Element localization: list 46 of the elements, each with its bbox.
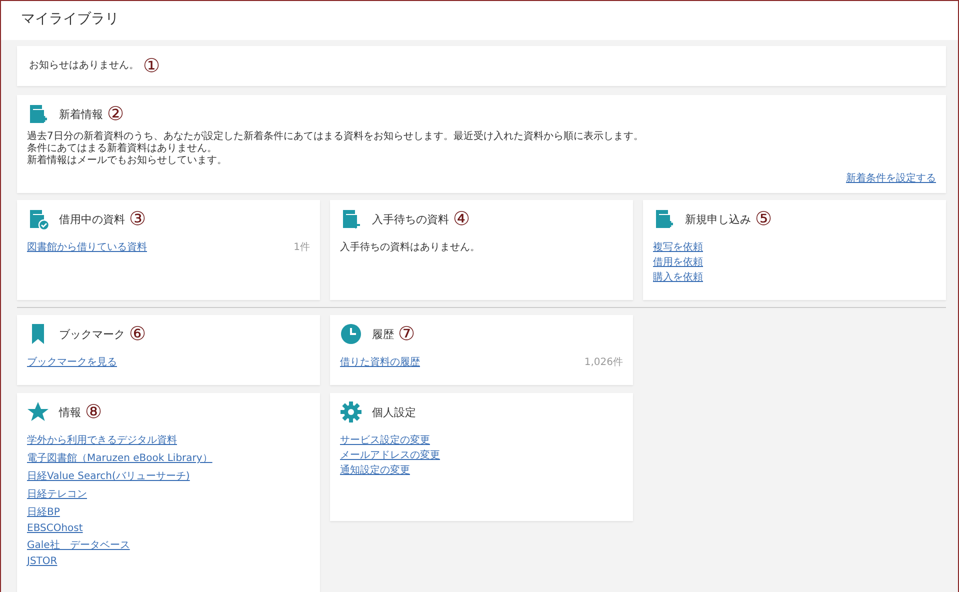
number-marker: ⑧ <box>85 401 102 423</box>
book-check-icon <box>27 208 49 230</box>
card-link[interactable]: 学外から利用できるデジタル資料 <box>27 433 177 447</box>
gear-icon <box>340 401 362 423</box>
card-text: 入手待ちの資料はありません。 <box>340 240 480 254</box>
card-link[interactable]: 借りた資料の履歴 <box>340 355 420 369</box>
card-link[interactable]: サービス設定の変更 <box>340 433 430 447</box>
card-link[interactable]: 日経Value Search(バリューサーチ) <box>27 469 190 483</box>
number-marker: ② <box>107 103 124 125</box>
info-text: 過去7日分の新着資料のうち、あなたが設定した新着条件にあてはまる資料をお知らせします。最近受け入れた資料から順に表示します。 <box>27 131 644 142</box>
card-title: 履歴 <box>372 326 394 342</box>
clock-icon <box>340 323 362 345</box>
card-link[interactable]: EBSCOhost <box>27 523 83 534</box>
card-link[interactable]: JSTOR <box>27 556 58 567</box>
card-title: 新規申し込み <box>685 212 751 226</box>
card-title: 借用中の資料 <box>59 212 125 226</box>
card-link[interactable]: 図書館から借りている資料 <box>27 240 147 254</box>
card-link[interactable]: 日経BP <box>27 505 60 519</box>
card-link[interactable]: Gale社 データベース <box>27 538 130 552</box>
number-marker: ⑥ <box>129 323 146 345</box>
notice-text: お知らせはありません。 <box>29 60 139 72</box>
number-marker: ⑦ <box>398 323 416 345</box>
card-link[interactable]: 電子図書館（Maruzen eBook Library） <box>27 451 212 465</box>
item-count: 1件 <box>294 241 310 254</box>
card-title: ブックマーク <box>59 326 125 342</box>
card-link[interactable]: メールアドレスの変更 <box>340 448 440 462</box>
card-link[interactable]: 通知設定の変更 <box>340 463 410 477</box>
number-marker: ⑤ <box>755 208 772 230</box>
card-title: 個人設定 <box>372 404 416 420</box>
number-marker: ③ <box>129 208 146 230</box>
card-link[interactable]: 購入を依頼 <box>653 270 703 284</box>
page-title: マイライブラリ <box>1 1 958 40</box>
card-link[interactable]: ブックマークを見る <box>27 355 117 369</box>
card-link[interactable]: 日経テレコン <box>27 487 87 501</box>
info-text: 条件にあてはまる新着資料はありません。 <box>27 143 218 154</box>
item-count: 1,026件 <box>584 356 623 369</box>
number-marker: ④ <box>453 208 470 230</box>
card-title: 入手待ちの資料 <box>372 212 449 226</box>
card-link[interactable]: 複写を依頼 <box>653 240 703 254</box>
card-link[interactable]: 借用を依頼 <box>653 255 703 269</box>
number-marker: ① <box>143 55 160 77</box>
panel-title: 新着情報 <box>59 106 103 122</box>
card-title: 情報 <box>59 404 81 420</box>
info-text: 新着情報はメールでもお知らせしています。 <box>27 155 228 167</box>
settings-link[interactable]: 新着条件を設定する <box>846 171 936 185</box>
star-icon <box>27 401 49 423</box>
